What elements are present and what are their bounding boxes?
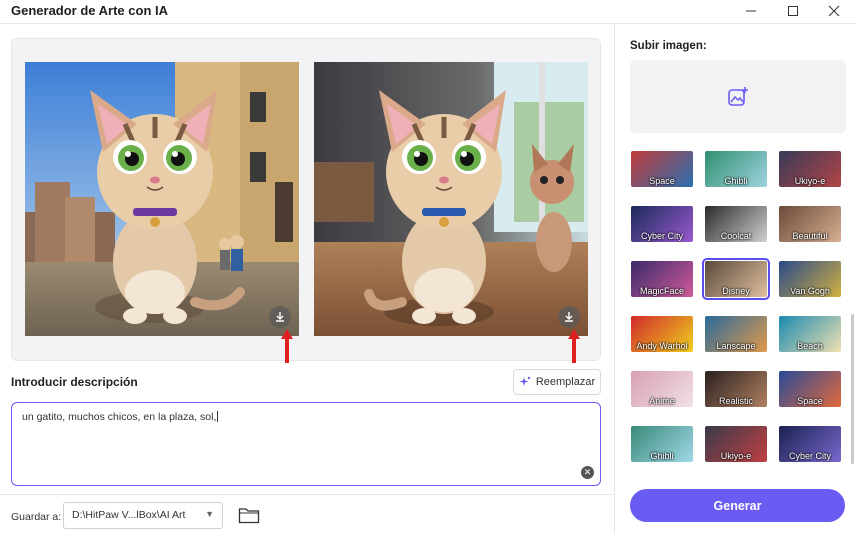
download-button-1[interactable] [269, 306, 291, 328]
style-label: Ghibli [650, 451, 674, 461]
title-bar: Generador de Arte con IA [0, 0, 855, 24]
close-button[interactable] [816, 0, 852, 22]
save-path-select[interactable]: D:\HitPaw V...lBox\AI Art ▼ [63, 502, 223, 529]
divider [0, 494, 614, 495]
style-label: Anime [649, 396, 675, 406]
minimize-button[interactable] [733, 0, 769, 22]
side-panel: Subir imagen: Space Ghibli Ukiyo-e Cyber Ci… [614, 24, 855, 534]
replace-label: Reemplazar [535, 376, 596, 388]
main-panel: Introducir descripción Reemplazar un gat… [0, 24, 614, 534]
download-button-2[interactable] [558, 306, 580, 328]
app-title: Generador de Arte con IA [11, 3, 168, 18]
style-label: Beach [797, 341, 823, 351]
style-item-beach[interactable]: Beach [779, 316, 841, 352]
style-item-space[interactable]: Space [631, 151, 693, 187]
style-item-anime[interactable]: Anime [631, 371, 693, 407]
annotation-arrow-2 [568, 329, 580, 363]
style-label: Cyber City [788, 451, 831, 461]
style-item-disney[interactable]: Disney [702, 258, 770, 300]
prompt-input[interactable]: un gatito, muchos chicos, en la plaza, s… [11, 402, 601, 486]
style-label: Ukiyo-e [794, 176, 826, 186]
generated-image-1[interactable] [25, 62, 299, 336]
maximize-button[interactable] [775, 0, 811, 22]
style-label: MagicFace [639, 286, 684, 296]
style-label: Realistic [718, 396, 753, 406]
style-item-ukiyo-e[interactable]: Ukiyo-e [705, 426, 767, 462]
style-item-space[interactable]: Space [779, 371, 841, 407]
download-icon [276, 312, 284, 322]
style-item-coolcat[interactable]: Coolcat [705, 206, 767, 242]
close-icon [828, 5, 840, 17]
clear-button[interactable]: ✕ [581, 466, 594, 479]
chevron-down-icon: ▼ [205, 509, 214, 519]
sparkle-icon [519, 376, 531, 386]
style-item-cyber-city[interactable]: Cyber City [631, 206, 693, 242]
clear-icon: ✕ [583, 467, 592, 477]
style-label: Lanscape [716, 341, 756, 351]
style-item-realistic[interactable]: Realistic [705, 371, 767, 407]
style-label: Andy Warhol [636, 341, 688, 351]
folder-icon [238, 508, 260, 524]
add-image-icon [728, 86, 748, 106]
style-item-lanscape[interactable]: Lanscape [705, 316, 767, 352]
style-item-beautiful[interactable]: Beautiful [779, 206, 841, 242]
save-path-value: D:\HitPaw V...lBox\AI Art [72, 509, 186, 521]
minimize-icon [746, 10, 756, 12]
style-item-magicface[interactable]: MagicFace [631, 261, 693, 297]
style-label: Cyber City [640, 231, 683, 241]
style-item-ukiyo-e[interactable]: Ukiyo-e [779, 151, 841, 187]
description-label: Introducir descripción [11, 375, 138, 389]
style-label: Van Gogh [790, 286, 830, 296]
style-label: Disney [722, 286, 750, 296]
style-item-ghibli[interactable]: Ghibli [631, 426, 693, 462]
upload-image-area[interactable] [630, 60, 846, 133]
style-label: Space [649, 176, 675, 186]
style-scrollbar[interactable] [851, 314, 854, 464]
style-label: Beautiful [792, 231, 828, 241]
replace-button[interactable]: Reemplazar [513, 369, 601, 395]
text-cursor [217, 411, 219, 422]
save-label: Guardar a: [11, 511, 62, 523]
maximize-icon [788, 6, 798, 16]
preview-area [11, 38, 601, 361]
annotation-arrow-1 [281, 329, 293, 363]
upload-label: Subir imagen: [630, 40, 707, 52]
style-item-cyber-city[interactable]: Cyber City [779, 426, 841, 462]
style-label: Coolcat [720, 231, 752, 241]
style-item-van-gogh[interactable]: Van Gogh [779, 261, 841, 297]
download-icon [565, 312, 573, 322]
generated-image-2[interactable] [314, 62, 588, 336]
style-item-andy-warhol[interactable]: Andy Warhol [631, 316, 693, 352]
style-label: Space [797, 396, 823, 406]
style-label: Ukiyo-e [720, 451, 752, 461]
style-grid: Space Ghibli Ukiyo-e Cyber City Coolcat Beaut… [631, 148, 845, 480]
style-label: Ghibli [724, 176, 748, 186]
generate-button[interactable]: Generar [630, 489, 845, 522]
browse-folder-button[interactable] [238, 506, 260, 524]
prompt-text: un gatito, muchos chicos, en la plaza, s… [22, 411, 217, 423]
style-item-ghibli[interactable]: Ghibli [705, 151, 767, 187]
